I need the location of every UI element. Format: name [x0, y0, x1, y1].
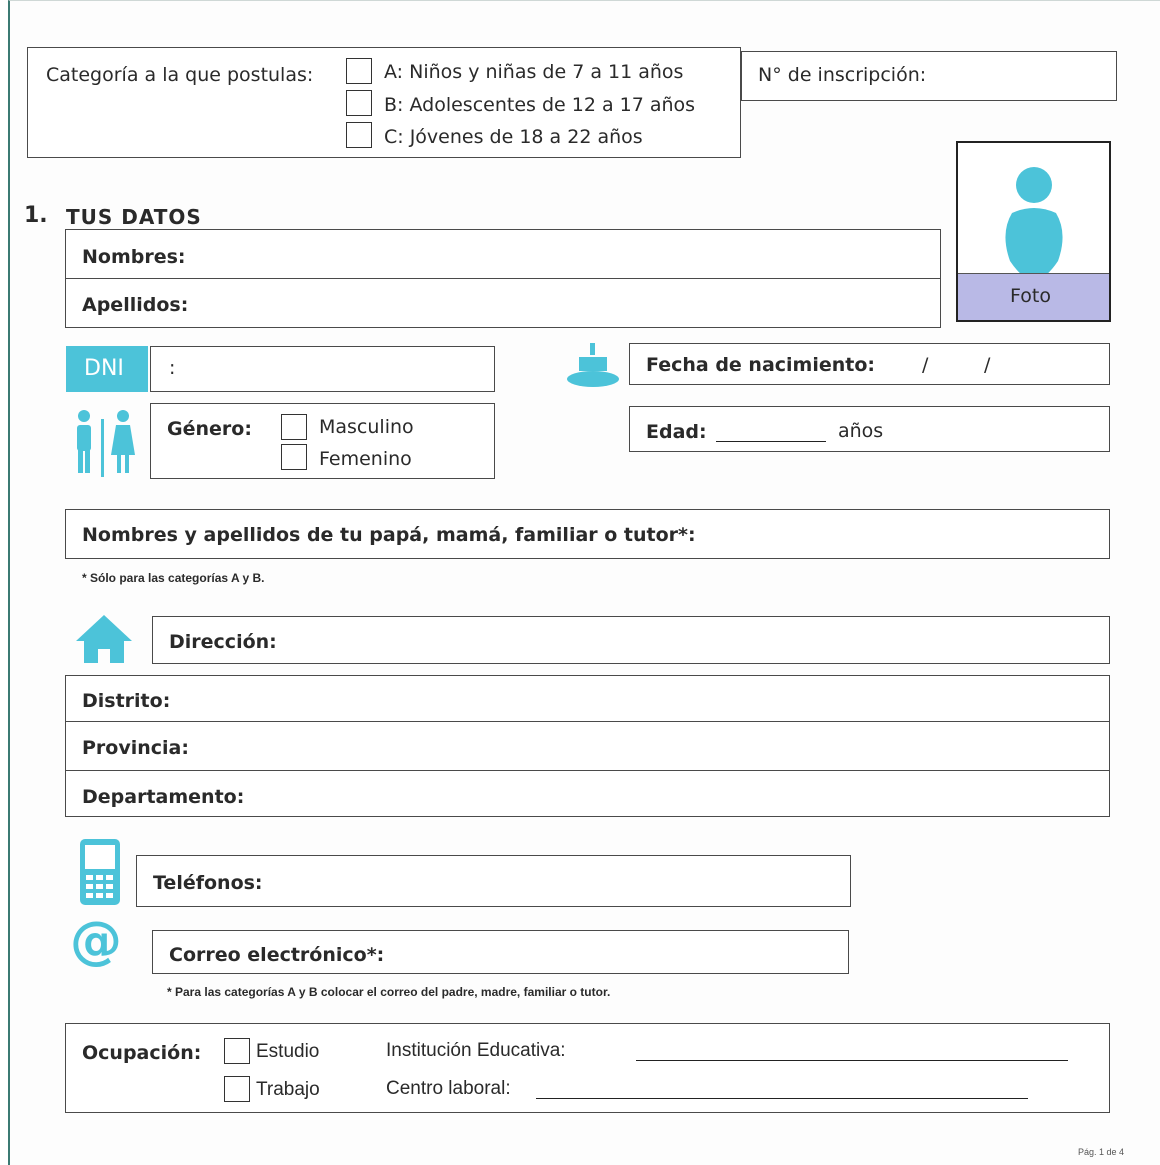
distrito-label: Distrito: — [82, 690, 171, 712]
section-number: 1. — [24, 203, 48, 228]
masculino-label: Masculino — [319, 416, 414, 438]
guardian-label: Nombres y apellidos de tu papá, mamá, fa… — [82, 524, 696, 546]
departamento-label: Departamento: — [82, 786, 245, 808]
guardian-field[interactable]: Nombres y apellidos de tu papá, mamá, fa… — [65, 509, 1110, 559]
category-a-label: A: Niños y niñas de 7 a 11 años — [384, 61, 684, 83]
person-icon — [1005, 167, 1063, 281]
dni-separator: : — [169, 357, 176, 379]
phone-icon — [80, 839, 120, 905]
location-divider-1 — [66, 721, 1109, 722]
age-field[interactable]: Edad: años — [629, 406, 1110, 452]
birth-date-sep1: / — [922, 354, 929, 376]
category-c-label: C: Jóvenes de 18 a 22 años — [384, 126, 643, 148]
workplace-label: Centro laboral: — [386, 1078, 511, 1099]
photo-label-band: Foto — [958, 273, 1109, 320]
gender-label: Género: — [167, 418, 252, 440]
estudio-label: Estudio — [256, 1041, 320, 1062]
email-field[interactable]: Correo electrónico*: — [152, 930, 849, 974]
age-underline — [716, 441, 826, 442]
masculino-checkbox[interactable] — [281, 414, 307, 440]
institution-label: Institución Educativa: — [386, 1040, 566, 1061]
email-label: Correo electrónico*: — [169, 944, 385, 966]
first-name-label: Nombres: — [82, 246, 186, 268]
direccion-label: Dirección: — [169, 631, 277, 653]
cake-icon — [567, 343, 619, 387]
email-note: * Para las categorías A y B colocar el c… — [167, 985, 611, 999]
category-question: Categoría a la que postulas: — [46, 64, 314, 86]
direccion-field[interactable]: Dirección: — [152, 616, 1110, 664]
section-title: TUS DATOS — [66, 205, 202, 229]
provincia-label: Provincia: — [82, 737, 189, 759]
photo-box[interactable]: Foto — [956, 141, 1111, 322]
workplace-underline[interactable] — [536, 1098, 1028, 1099]
names-box: Nombres: Apellidos: — [65, 229, 941, 328]
age-label: Edad: — [646, 421, 707, 443]
birth-date-sep2: / — [984, 354, 991, 376]
category-a-checkbox[interactable] — [346, 58, 372, 84]
page-number: Pág. 1 de 4 — [1078, 1147, 1125, 1157]
category-c-checkbox[interactable] — [346, 122, 372, 148]
birth-date-field[interactable]: Fecha de nacimiento: / / — [629, 343, 1110, 385]
occupation-box: Ocupación: Estudio Trabajo Institución E… — [65, 1023, 1110, 1113]
home-icon — [76, 615, 132, 663]
trabajo-label: Trabajo — [256, 1079, 320, 1100]
institution-underline[interactable] — [636, 1060, 1068, 1061]
estudio-checkbox[interactable] — [224, 1038, 250, 1064]
at-sign-icon: @ — [70, 911, 122, 971]
dni-field[interactable]: : — [150, 346, 495, 392]
category-b-label: B: Adolescentes de 12 a 17 años — [384, 94, 696, 116]
dni-badge: DNI — [66, 346, 148, 392]
category-box: Categoría a la que postulas: A: Niños y … — [27, 47, 741, 158]
guardian-note: * Sólo para las categorías A y B. — [82, 571, 265, 585]
femenino-checkbox[interactable] — [281, 444, 307, 470]
birth-date-label: Fecha de nacimiento: — [646, 354, 876, 376]
location-box: Distrito: Provincia: Departamento: — [65, 675, 1110, 817]
trabajo-checkbox[interactable] — [224, 1076, 250, 1102]
occupation-label: Ocupación: — [82, 1042, 202, 1064]
category-b-checkbox[interactable] — [346, 90, 372, 116]
inscription-label: N° de inscripción: — [758, 64, 927, 86]
age-unit: años — [838, 420, 884, 442]
gender-icon — [77, 410, 135, 477]
phones-field[interactable]: Teléfonos: — [136, 855, 851, 907]
phones-label: Teléfonos: — [153, 872, 263, 894]
last-name-label: Apellidos: — [82, 294, 189, 316]
form-page: Categoría a la que postulas: A: Niños y … — [8, 0, 1160, 1165]
location-divider-2 — [66, 770, 1109, 771]
inscription-box[interactable]: N° de inscripción: — [741, 51, 1117, 101]
names-divider — [66, 278, 940, 279]
gender-box: Género: Masculino Femenino — [150, 403, 495, 479]
photo-label: Foto — [1010, 285, 1051, 307]
femenino-label: Femenino — [319, 448, 412, 470]
dni-badge-text: DNI — [84, 356, 124, 381]
